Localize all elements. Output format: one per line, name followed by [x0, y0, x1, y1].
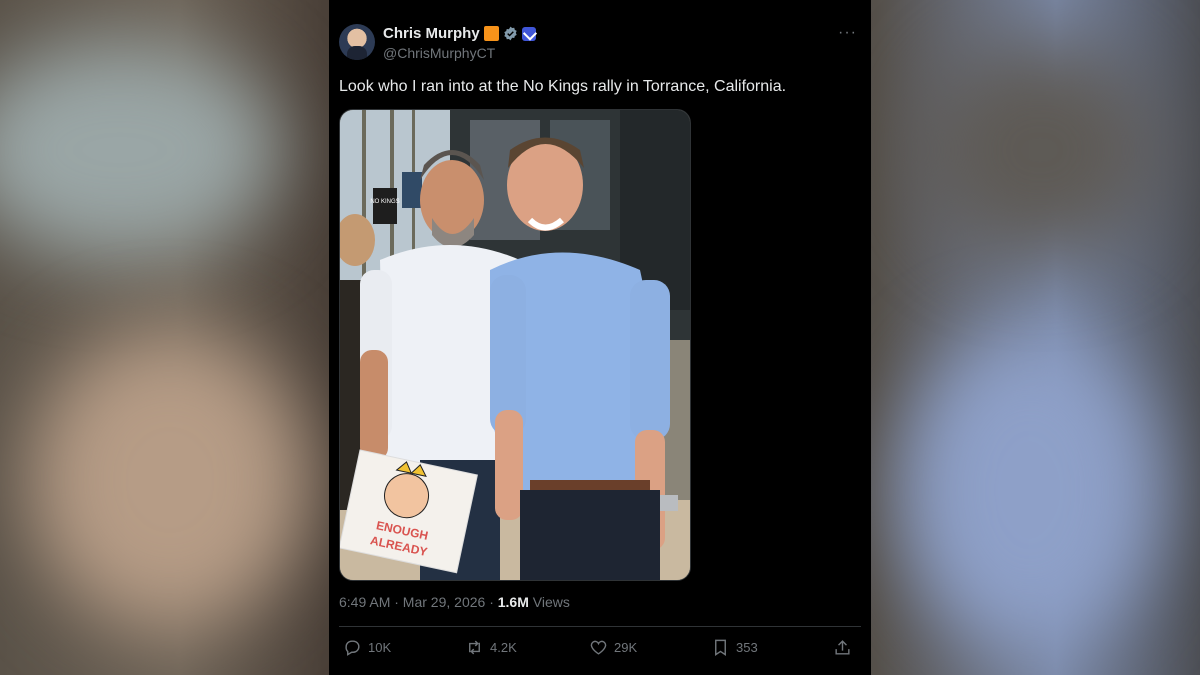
- author-handle[interactable]: @ChrisMurphyCT: [383, 45, 495, 61]
- like-icon: [590, 640, 607, 655]
- repost-button[interactable]: 4.2K: [465, 638, 517, 657]
- background-blur-shape: [900, 330, 1160, 650]
- action-bar: 10K 4.2K 29K 353: [339, 638, 861, 660]
- views-label: Views: [532, 594, 570, 610]
- verified-icon[interactable]: [503, 26, 518, 41]
- reply-icon: [345, 640, 360, 656]
- like-count: 29K: [614, 640, 638, 655]
- divider: [339, 626, 861, 627]
- more-icon[interactable]: ···: [838, 24, 857, 42]
- reply-button[interactable]: 10K: [343, 638, 391, 657]
- bookmark-count: 353: [736, 640, 758, 655]
- background-sign: [373, 188, 397, 224]
- background-blur-shape: [0, 40, 280, 260]
- affiliation-icon[interactable]: [521, 26, 536, 41]
- tweet-text: Look who I ran into at the No Kings rall…: [339, 78, 787, 95]
- avatar[interactable]: [339, 24, 375, 60]
- badge-icon: [483, 26, 499, 41]
- views-count: 1.6M: [497, 594, 529, 610]
- timestamp[interactable]: 6:49 AM · Mar 29, 2026 ·: [339, 594, 498, 610]
- share-button[interactable]: [833, 638, 852, 657]
- tweet-header: Chris Murphy @ChrisMurphyCT ···: [339, 24, 861, 64]
- share-icon: [835, 640, 850, 655]
- repost-icon: [469, 640, 480, 655]
- background-blur-shape: [30, 330, 310, 630]
- repost-count: 4.2K: [490, 640, 517, 655]
- like-button[interactable]: 29K: [589, 638, 637, 657]
- bookmark-button[interactable]: 353: [711, 638, 758, 657]
- author-name-row: Chris Murphy: [383, 25, 536, 42]
- background-sign-text: NO KINGS: [370, 199, 399, 205]
- tweet-card[interactable]: Chris Murphy @ChrisMurphyCT ··· Look who…: [329, 0, 871, 675]
- bookmark-icon: [715, 639, 726, 656]
- author-name[interactable]: Chris Murphy: [383, 25, 480, 42]
- background-blur-shape: [920, 40, 1160, 260]
- reply-count: 10K: [368, 640, 392, 655]
- tweet-photo[interactable]: NO KINGS ENOUGH ALREADY: [339, 109, 691, 581]
- tweet-meta: 6:49 AM · Mar 29, 2026 · 1.6M Views: [339, 594, 570, 610]
- photo-illustration: NO KINGS ENOUGH ALREADY: [340, 110, 690, 580]
